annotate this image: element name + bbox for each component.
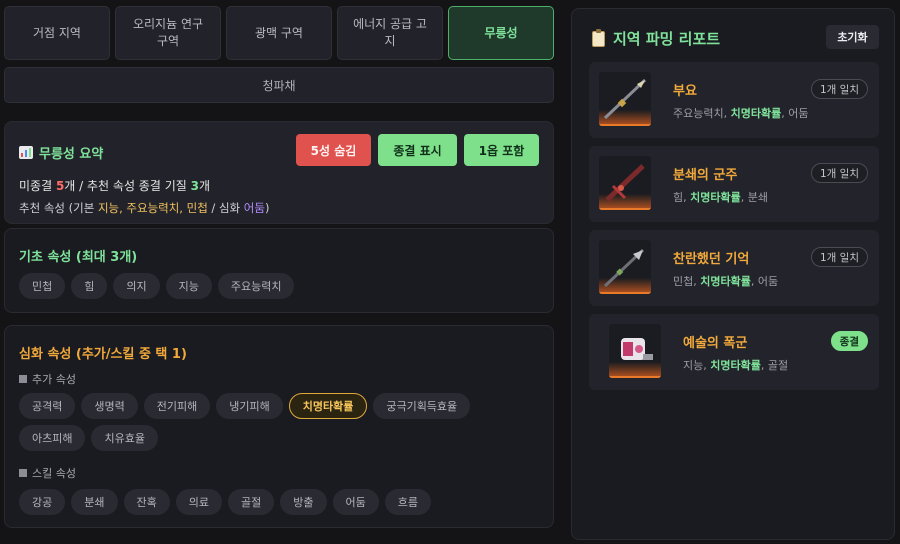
show-final-button[interactable]: 종결 표시 <box>378 134 457 166</box>
report-title-text: 지역 파밍 리포트 <box>613 30 721 48</box>
summary-title: 무릉성 요약 <box>19 143 103 162</box>
basic-attributes-title: 기초 속성 (최대 3개) <box>19 250 138 265</box>
weapon-stats: 민첩, 치명타확률, 어둠 <box>673 273 778 289</box>
chip-basic[interactable]: 힘 <box>71 273 108 299</box>
weapon-blade-icon <box>599 240 651 294</box>
chip-basic[interactable]: 의지 <box>113 273 160 299</box>
region-tabs: 거점 지역 오리지늄 연구 구역 광맥 구역 에너지 공급 고지 무릉성 <box>4 6 554 60</box>
chip-extra[interactable]: 아츠피해 <box>19 425 86 451</box>
chip-extra[interactable]: 전기피해 <box>143 393 211 419</box>
stats-prefix: 주요능력치, <box>673 107 731 120</box>
stats-suffix: , 어둠 <box>781 107 809 120</box>
extra-chip-list: 공격력 생명력 전기피해 냉기피해 치명타확률 궁극기획득효율 아츠피해 치유효… <box>19 393 539 451</box>
skill-attributes-label: 스킬 속성 <box>19 465 76 481</box>
skill-chip-list: 강공 분쇄 잔혹 의료 골절 방출 어둠 흐름 <box>19 489 539 515</box>
recommended-suffix: ) <box>264 201 270 215</box>
final-count: 3 <box>190 179 199 193</box>
weapon-spear-icon <box>599 72 651 126</box>
stats-highlight: 치명타확률 <box>690 191 741 204</box>
chip-skill[interactable]: 분쇄 <box>71 489 118 515</box>
stats-highlight: 치명타확률 <box>710 359 761 372</box>
chip-extra[interactable]: 치유효율 <box>91 425 158 451</box>
chip-basic[interactable]: 주요능력치 <box>217 273 295 299</box>
chip-skill[interactable]: 골절 <box>228 489 275 515</box>
weapon-card[interactable]: 찬란했던 기억 민첩, 치명타확률, 어둠 1개 일치 <box>589 230 879 306</box>
summary-count-line: 미종결 5개 / 추천 속성 종결 기질 3개 <box>19 177 210 194</box>
match-badge: 1개 일치 <box>811 79 868 99</box>
extra-attributes-label: 추가 속성 <box>19 371 76 387</box>
basic-chip-list: 민첩 힘 의지 지능 주요능력치 <box>19 273 295 299</box>
basic-attributes-panel: 기초 속성 (최대 3개) 민첩 힘 의지 지능 주요능력치 <box>4 228 554 313</box>
summary-count-prefix: 미종결 <box>19 179 56 193</box>
weapon-card[interactable]: 분쇄의 군주 힘, 치명타확률, 분쇄 1개 일치 <box>589 146 879 222</box>
include-1opt-button[interactable]: 1옵 포함 <box>464 134 539 166</box>
square-bullet-icon <box>19 469 27 477</box>
advanced-attributes-panel: 심화 속성 (추가/스킬 중 택 1) 추가 속성 공격력 생명력 전기피해 냉… <box>4 325 554 528</box>
summary-title-text: 무릉성 요약 <box>39 147 104 162</box>
chip-skill[interactable]: 의료 <box>175 489 222 515</box>
hide-5star-button[interactable]: 5성 숨김 <box>296 134 371 166</box>
weapon-stats: 주요능력치, 치명타확률, 어둠 <box>673 105 808 121</box>
summary-panel: 무릉성 요약 5성 숨김 종결 표시 1옵 포함 미종결 5개 / 추천 속성 … <box>4 121 554 224</box>
advanced-attributes-title: 심화 속성 (추가/스킬 중 택 1) <box>19 347 187 362</box>
chip-extra[interactable]: 공격력 <box>19 393 76 419</box>
weapon-name: 부요 <box>673 84 697 99</box>
reset-button[interactable]: 초기화 <box>826 25 879 49</box>
recommended-advanced: 어둠 <box>243 201 265 215</box>
stats-suffix: , 분쇄 <box>740 191 768 204</box>
weapon-name: 찬란했던 기억 <box>673 252 750 267</box>
chip-extra[interactable]: 궁극기획득효율 <box>373 393 471 419</box>
tab-base-area[interactable]: 거점 지역 <box>4 6 110 60</box>
farming-report-panel: 지역 파밍 리포트 초기화 부요 주요능력치, 치명타확률, 어둠 1개 일치 <box>571 8 895 540</box>
chip-extra[interactable]: 냉기피해 <box>216 393 283 419</box>
tab-originium-research[interactable]: 오리지늄 연구 구역 <box>115 6 221 60</box>
match-badge: 1개 일치 <box>811 247 868 267</box>
extra-label-text: 추가 속성 <box>32 373 76 386</box>
chip-extra[interactable]: 생명력 <box>81 393 138 419</box>
summary-count-suffix: 개 <box>198 179 210 193</box>
weapon-sword-icon <box>599 156 651 210</box>
weapon-cannon-icon <box>609 324 661 378</box>
report-title: 지역 파밍 리포트 <box>592 28 720 49</box>
chip-skill[interactable]: 강공 <box>19 489 66 515</box>
stats-prefix: 민첩, <box>673 275 701 288</box>
weapon-stats: 지능, 치명타확률, 골절 <box>683 357 788 373</box>
recommended-attributes-line: 추천 속성 (기본 지능, 주요능력치, 민첩 / 심화 어둠) <box>19 200 269 216</box>
skill-label-text: 스킬 속성 <box>32 467 76 480</box>
recommended-mid: / 심화 <box>207 201 244 215</box>
bar-chart-icon <box>19 146 33 159</box>
stats-highlight: 치명타확률 <box>700 275 751 288</box>
subtab-cheongpache[interactable]: 청파채 <box>4 67 554 103</box>
chip-skill[interactable]: 어둠 <box>332 489 379 515</box>
chip-skill[interactable]: 잔혹 <box>123 489 170 515</box>
chip-extra-selected[interactable]: 치명타확률 <box>288 393 368 419</box>
stats-highlight: 치명타확률 <box>730 107 782 120</box>
recommended-prefix: 추천 속성 (기본 <box>19 201 98 215</box>
weapon-name: 예술의 폭군 <box>683 336 748 351</box>
stats-suffix: , 어둠 <box>750 275 779 288</box>
weapon-card[interactable]: 부요 주요능력치, 치명타확률, 어둠 1개 일치 <box>589 62 879 138</box>
stats-prefix: 힘, <box>673 191 691 204</box>
weapon-card[interactable]: 예술의 폭군 지능, 치명타확률, 골절 종결 <box>589 314 879 390</box>
chip-skill[interactable]: 방출 <box>280 489 327 515</box>
tab-energy-supply[interactable]: 에너지 공급 고지 <box>337 6 443 60</box>
clipboard-icon <box>592 28 605 47</box>
recommended-base: 지능, 주요능력치, 민첩 <box>97 201 208 215</box>
stats-suffix: , 골절 <box>760 359 789 372</box>
tab-mureungseong[interactable]: 무릉성 <box>448 6 554 60</box>
final-badge: 종결 <box>830 331 868 351</box>
summary-count-mid: 개 / 추천 속성 종결 기질 <box>64 179 191 193</box>
weapon-stats: 힘, 치명타확률, 분쇄 <box>673 189 768 205</box>
stats-prefix: 지능, <box>683 359 711 372</box>
match-badge: 1개 일치 <box>811 163 868 183</box>
square-bullet-icon <box>19 375 27 383</box>
chip-skill[interactable]: 흐름 <box>384 489 431 515</box>
chip-basic[interactable]: 민첩 <box>19 273 66 299</box>
weapon-name: 분쇄의 군주 <box>673 168 738 183</box>
chip-basic[interactable]: 지능 <box>165 273 212 299</box>
tab-ore-vein[interactable]: 광맥 구역 <box>226 6 332 60</box>
